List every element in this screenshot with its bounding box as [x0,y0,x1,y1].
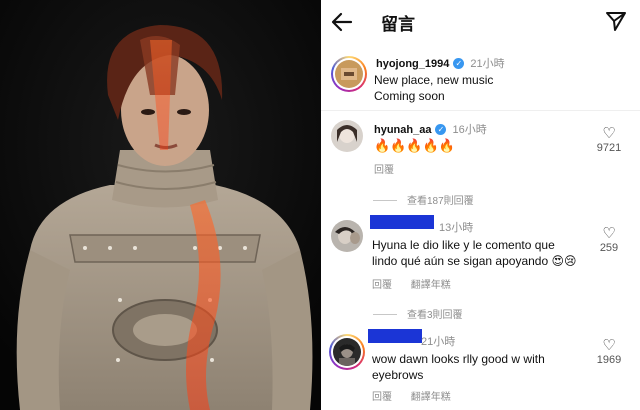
comment-line: Hyuna le dio like y le comento que [372,238,555,252]
back-button[interactable] [329,9,357,35]
heart-icon: ♡ [602,225,616,242]
comment-text: Hyuna le dio like y le comento que lindo… [372,237,577,269]
view-replies-label: 查看3則回覆 [407,310,463,321]
view-replies-label: 查看187則回覆 [407,196,474,207]
username[interactable]: hyunah_aa [374,124,431,136]
heart-icon: ♡ [602,125,616,142]
comments-panel: 留言 hyojong_1994 ✓ 21小時 New place, new musi… [321,0,640,410]
photo-illustration [0,0,321,410]
view-replies-button[interactable]: 查看3則回覆 [373,306,463,321]
post-photo [0,0,321,410]
translate-button[interactable]: 翻譯年糕 [411,392,451,403]
comment-actions: 回覆 翻譯年糕 [372,388,467,403]
story-ring[interactable] [331,56,367,92]
reply-button[interactable]: 回覆 [372,280,392,291]
timestamp: 21小時 [470,58,505,70]
timestamp: 13小時 [439,222,474,234]
reply-button[interactable]: 回覆 [374,165,394,176]
like-count: 1969 [596,354,622,366]
share-button[interactable] [604,10,628,32]
avatar[interactable] [331,120,363,152]
divider [321,110,640,111]
avatar [333,338,361,366]
caption-line: New place, new music [374,73,494,87]
comment-actions: 回覆 [374,161,410,176]
like-count: 9721 [596,142,622,154]
like-button[interactable]: ♡ 1969 [594,337,624,367]
view-replies-button[interactable]: 查看187則回覆 [373,192,474,207]
like-count: 259 [599,242,619,254]
story-ring[interactable] [329,334,365,370]
redaction-block [370,215,434,229]
avatar[interactable] [331,220,363,252]
comment-item: 13小時 Hyuna le dio like y le comento que … [321,214,640,291]
caption-text: New place, new music Coming soon [374,72,493,104]
comment-line: lindo qué aún se sigan apoyando 😍😢 [372,254,577,268]
comment-item: 21小時 wow dawn looks rlly good w with eye… [321,326,640,410]
comment-actions: 回覆 翻譯年糕 [372,276,467,291]
page-title: 留言 [381,15,415,34]
translate-button[interactable]: 翻譯年糕 [411,280,451,291]
heart-icon: ♡ [602,337,616,354]
username[interactable]: hyojong_1994 [376,58,449,70]
avatar [335,60,363,88]
comment-line: eyebrows [372,368,424,382]
post-caption: hyojong_1994 ✓ 21小時 New place, new music C… [321,48,640,110]
reply-button[interactable]: 回覆 [372,392,392,403]
redaction-block [368,329,422,343]
verified-badge-icon: ✓ [435,124,447,135]
like-button[interactable]: ♡ 259 [594,225,624,255]
timestamp: 21小時 [421,336,456,348]
comment-line: wow dawn looks rlly good w with [372,352,545,366]
comment-item: hyunah_aa ✓ 16小時 🔥🔥🔥🔥🔥 回覆 ♡ 9721 [321,114,640,186]
comment-text: 🔥🔥🔥🔥🔥 [374,138,455,153]
arrow-left-icon [331,12,353,32]
header-bar: 留言 [321,0,640,44]
verified-badge-icon: ✓ [453,58,465,69]
like-button[interactable]: ♡ 9721 [594,125,624,155]
paper-plane-icon [606,12,626,31]
caption-line: Coming soon [374,89,445,103]
timestamp: 16小時 [452,124,487,136]
comment-text: wow dawn looks rlly good w with eyebrows [372,351,545,383]
